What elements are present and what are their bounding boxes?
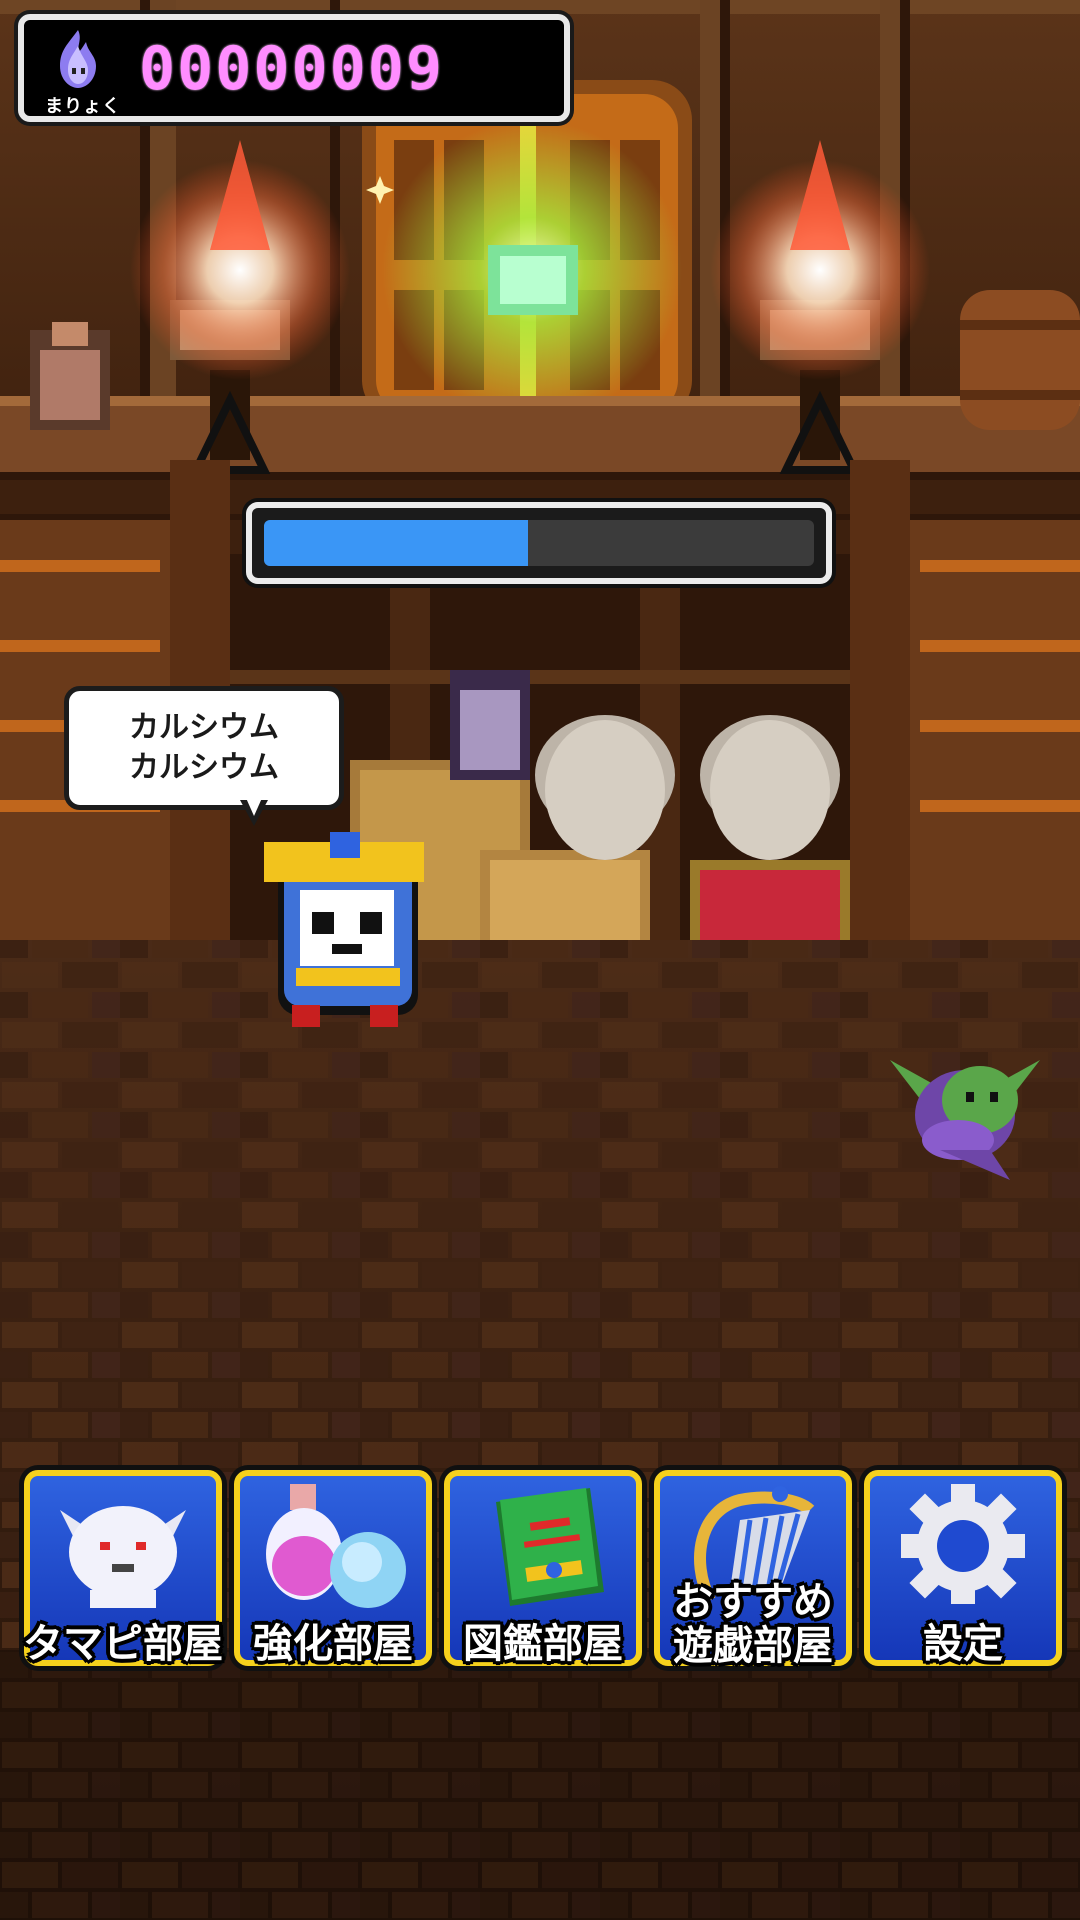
tamapi-room-button[interactable]: タマピ部屋: [23, 1470, 223, 1666]
encyclopedia-room-label: 図鑑部屋: [463, 1621, 623, 1667]
upgrade-room-label: 強化部屋: [253, 1621, 413, 1667]
speech-line-1: カルシウム: [129, 710, 279, 745]
progress-bar: [246, 502, 832, 584]
mana-counter-panel: まりょく 00000009: [18, 14, 570, 122]
mana-label: まりょく: [45, 96, 121, 117]
tamapi-room-label: タマピ部屋: [23, 1621, 223, 1667]
progress-fill: [264, 520, 528, 566]
speech-bubble-tail-inner: [246, 798, 262, 816]
upgrade-room-button[interactable]: 強化部屋: [234, 1470, 432, 1666]
speech-bubble: カルシウム カルシウム: [64, 686, 344, 810]
flame-spirit-icon: [60, 30, 96, 88]
gear-icon: [901, 1484, 1025, 1604]
potion-icon: [266, 1484, 406, 1608]
recommended-games-room-label: おすすめ 遊戯部屋: [640, 1580, 866, 1668]
book-icon: [496, 1488, 604, 1606]
recommended-games-label-line-1: おすすめ: [673, 1579, 833, 1625]
recommended-games-room-button[interactable]: おすすめ 遊戯部屋: [654, 1470, 852, 1668]
settings-button[interactable]: 設定: [864, 1470, 1062, 1666]
settings-label: 設定: [923, 1621, 1003, 1667]
ghost-icon: [60, 1506, 186, 1608]
mana-value: 00000009: [139, 34, 444, 104]
hero-character: [264, 832, 424, 1027]
speech-line-2: カルシウム: [129, 750, 279, 785]
progress-track: [264, 520, 814, 566]
encyclopedia-room-button[interactable]: 図鑑部屋: [444, 1470, 642, 1666]
recommended-games-label-line-2: 遊戯部屋: [673, 1623, 833, 1669]
